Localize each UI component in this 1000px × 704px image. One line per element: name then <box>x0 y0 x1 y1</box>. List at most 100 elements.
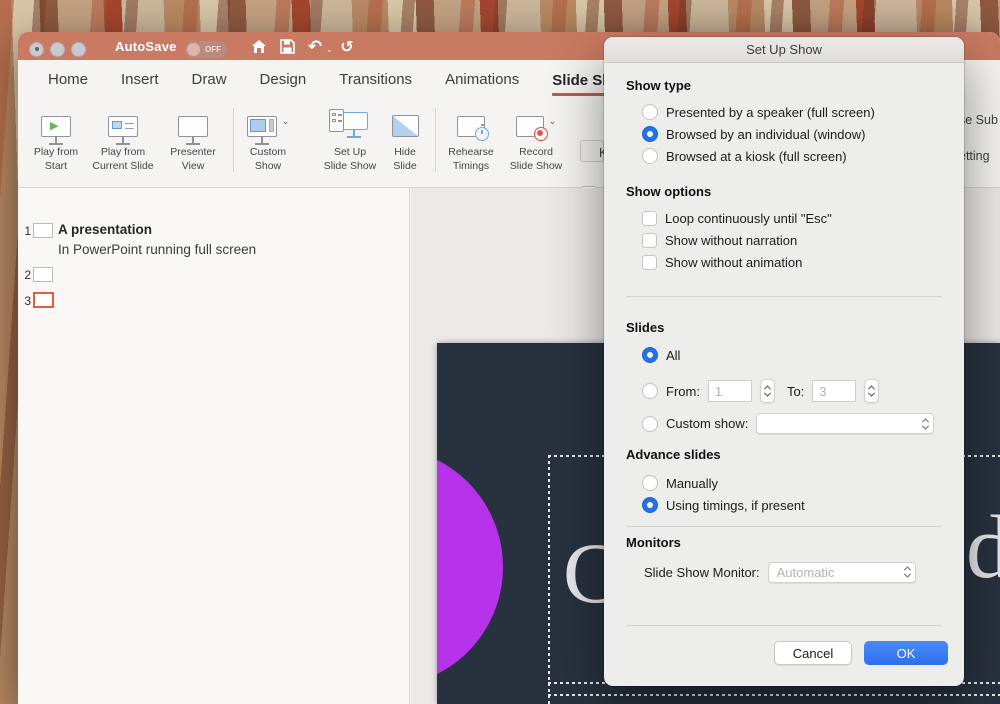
from-input[interactable] <box>708 380 752 402</box>
radio-row-custom-show[interactable]: Custom show: <box>642 413 934 434</box>
outline-slide-body[interactable]: In PowerPoint running full screen <box>58 242 256 257</box>
custom-show-button[interactable]: ⌄ Custom Show <box>230 106 306 173</box>
show-type-header: Show type <box>626 77 691 95</box>
undo-icon[interactable]: ↶ <box>306 38 324 55</box>
divider <box>626 625 942 626</box>
zoom-button[interactable] <box>71 42 86 57</box>
radio-icon[interactable] <box>642 383 658 399</box>
redo-icon[interactable]: ↺ <box>338 38 356 55</box>
radio-label: Manually <box>666 476 718 491</box>
set-up-slide-show-icon <box>329 109 371 143</box>
slide-1-thumbnail[interactable] <box>33 223 53 238</box>
radio-row-all[interactable]: All <box>642 346 680 364</box>
radio-selected-icon[interactable] <box>642 126 658 142</box>
record-slide-show-icon <box>516 116 544 137</box>
slide-number: 1 <box>21 224 31 238</box>
slide-show-monitor-label: Slide Show Monitor: <box>644 565 760 580</box>
to-input[interactable] <box>812 380 856 402</box>
tab-draw[interactable]: Draw <box>192 71 227 90</box>
powerpoint-window: AutoSave OFF ↶ ⌄ ↺ Home Insert Draw Desi… <box>18 32 1000 704</box>
custom-show-dropdown[interactable] <box>756 413 934 434</box>
play-from-start-icon: ▶ <box>41 116 71 137</box>
radio-label: Presented by a speaker (full screen) <box>666 105 875 120</box>
monitor-row: Slide Show Monitor: Automatic <box>644 561 916 583</box>
dropdown-chevrons-icon <box>905 566 910 578</box>
checkbox-icon[interactable] <box>642 255 657 270</box>
advance-slides-header: Advance slides <box>626 446 721 464</box>
radio-label: Browsed at a kiosk (full screen) <box>666 149 847 164</box>
radio-icon[interactable] <box>642 416 658 432</box>
slide-title-fragment-right: d <box>966 503 1000 593</box>
more-commands-icon[interactable] <box>368 38 386 55</box>
slides-header: Slides <box>626 319 664 337</box>
close-button[interactable] <box>29 42 44 57</box>
hide-slide-icon <box>392 115 419 137</box>
play-from-current-slide-button[interactable]: Play from Current Slide <box>85 106 161 173</box>
radio-row-individual[interactable]: Browsed by an individual (window) <box>642 125 865 143</box>
radio-row-speaker[interactable]: Presented by a speaker (full screen) <box>642 103 875 121</box>
play-from-current-icon <box>108 116 138 137</box>
tab-transitions[interactable]: Transitions <box>339 71 412 90</box>
checkbox-row-loop[interactable]: Loop continuously until "Esc" <box>642 209 832 227</box>
slide-purple-circle-shape <box>437 447 503 687</box>
record-dropdown-chevron-icon[interactable]: ⌄ <box>549 116 557 127</box>
tab-home[interactable]: Home <box>48 71 88 90</box>
placeholder-border-left <box>548 455 550 704</box>
dialog-title: Set Up Show <box>746 42 822 57</box>
checkbox-row-narration[interactable]: Show without narration <box>642 231 797 249</box>
radio-row-from-to[interactable]: From: To: <box>642 379 879 403</box>
divider <box>626 296 942 297</box>
presenter-view-icon <box>178 116 208 137</box>
from-stepper[interactable] <box>760 379 775 403</box>
divider <box>626 526 942 527</box>
toggle-knob-icon <box>187 43 200 56</box>
slide-2-thumbnail[interactable] <box>33 267 53 282</box>
radio-row-using-timings[interactable]: Using timings, if present <box>642 496 805 514</box>
slide-show-monitor-dropdown[interactable]: Automatic <box>768 562 916 583</box>
radio-row-manually[interactable]: Manually <box>642 474 718 492</box>
record-slide-show-button[interactable]: ⌄ Record Slide Show <box>498 106 574 173</box>
radio-label: Using timings, if present <box>666 498 805 513</box>
outline-panel: 1 A presentation In PowerPoint running f… <box>18 188 410 704</box>
cancel-button[interactable]: Cancel <box>774 641 852 665</box>
hide-slide-button[interactable]: Hide Slide <box>367 106 443 173</box>
custom-show-dropdown-chevron-icon[interactable]: ⌄ <box>282 116 290 127</box>
placeholder2-border-top <box>548 694 1000 696</box>
minimize-button[interactable] <box>50 42 65 57</box>
show-options-header: Show options <box>626 183 711 201</box>
always-use-subtitles-fragment: se Sub <box>959 113 998 127</box>
to-stepper[interactable] <box>864 379 879 403</box>
dialog-titlebar[interactable]: Set Up Show <box>604 37 964 63</box>
tab-design[interactable]: Design <box>260 71 307 90</box>
ok-button[interactable]: OK <box>864 641 948 665</box>
checkbox-label: Show without narration <box>665 233 797 248</box>
undo-dropdown-chevron-icon[interactable]: ⌄ <box>326 45 333 54</box>
radio-icon[interactable] <box>642 104 658 120</box>
radio-row-kiosk[interactable]: Browsed at a kiosk (full screen) <box>642 147 847 165</box>
presenter-view-button[interactable]: Presenter View <box>155 106 231 173</box>
radio-selected-icon[interactable] <box>642 497 658 513</box>
monitor-value: Automatic <box>777 565 835 580</box>
radio-icon[interactable] <box>642 148 658 164</box>
home-icon[interactable] <box>250 38 268 55</box>
save-icon[interactable] <box>278 38 296 55</box>
radio-selected-icon[interactable] <box>642 347 658 363</box>
outline-slide-title[interactable]: A presentation <box>58 222 152 237</box>
checkbox-icon[interactable] <box>642 211 657 226</box>
checkbox-label: Loop continuously until "Esc" <box>665 211 832 226</box>
slide-3-thumbnail-selected[interactable] <box>33 292 54 308</box>
tab-animations[interactable]: Animations <box>445 71 519 90</box>
from-label: From: <box>666 384 700 399</box>
rehearse-timings-icon <box>457 116 485 137</box>
slide-number: 3 <box>21 294 31 308</box>
checkbox-icon[interactable] <box>642 233 657 248</box>
autosave-toggle[interactable]: OFF <box>185 41 227 58</box>
radio-icon[interactable] <box>642 475 658 491</box>
autosave-state: OFF <box>205 45 221 54</box>
custom-show-icon <box>247 116 277 137</box>
dropdown-chevrons-icon <box>923 418 928 430</box>
checkbox-row-animation[interactable]: Show without animation <box>642 253 802 271</box>
set-up-show-dialog: Set Up Show Show type Presented by a spe… <box>604 37 964 686</box>
play-from-start-button[interactable]: ▶ Play from Start <box>18 106 94 173</box>
tab-insert[interactable]: Insert <box>121 71 159 90</box>
